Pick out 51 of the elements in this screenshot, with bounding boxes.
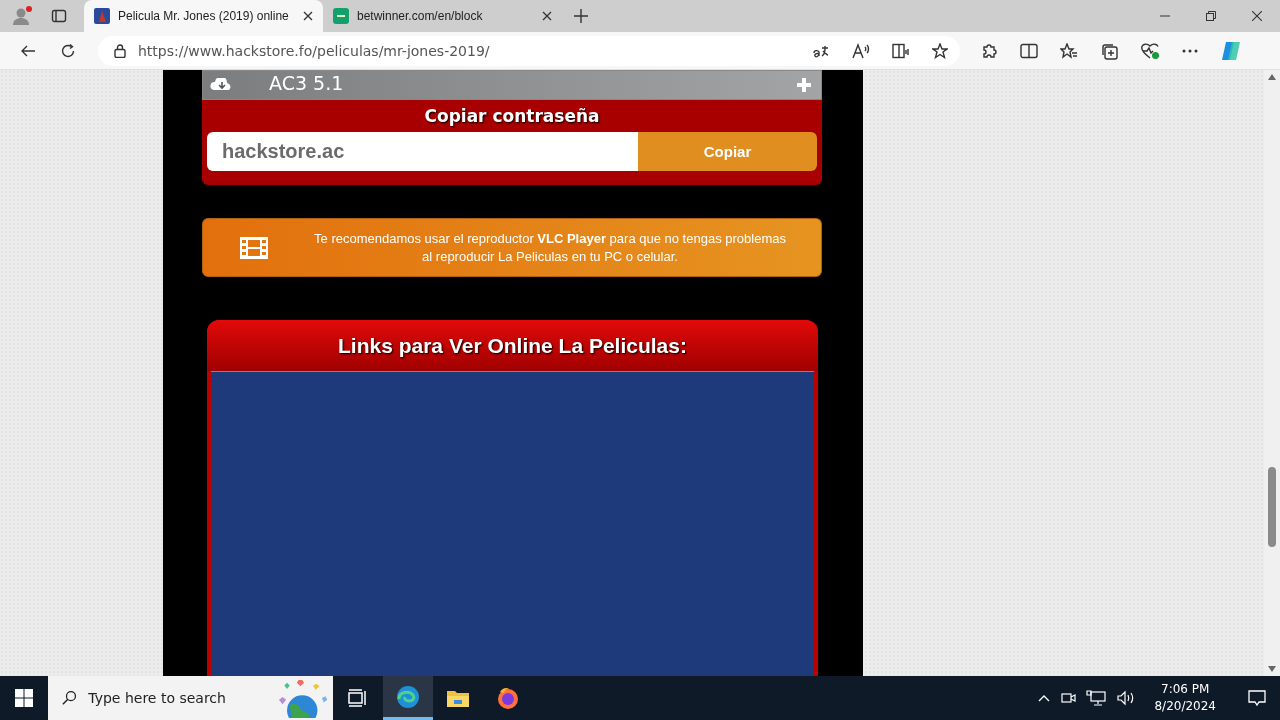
extensions-icon[interactable] — [980, 41, 998, 60]
new-tab-icon[interactable] — [574, 9, 588, 23]
password-title: Copiar contraseña — [423, 106, 601, 126]
close-icon[interactable] — [542, 11, 552, 21]
folder-icon — [446, 688, 470, 708]
browser-tab[interactable]: betwinner.com/en/block — [323, 0, 562, 32]
taskbar-search-bar[interactable]: Type here to search — [48, 676, 333, 720]
download-bar[interactable]: AC3 5.1 — [202, 70, 822, 100]
search-input[interactable]: Type here to search — [86, 689, 261, 707]
clock-date[interactable]: 8/20/2024 — [1154, 698, 1216, 715]
taskbar-app[interactable] — [383, 676, 433, 720]
read-aloud-icon[interactable] — [852, 42, 870, 59]
copilot-icon[interactable] — [1220, 39, 1242, 62]
windows-start-icon[interactable] — [15, 689, 33, 707]
favorite-star-icon[interactable] — [932, 42, 948, 59]
lock-icon[interactable] — [114, 43, 126, 58]
poster-favicon-icon — [94, 8, 110, 24]
notice-text: Te recomendamos usar el reproductor VLC Player para que no tengas problemas al reproducir La Peliculas en tu PC o celular. — [313, 229, 787, 266]
scrollbar-thumb[interactable] — [1268, 467, 1276, 547]
more-icon[interactable] — [1182, 48, 1198, 53]
plus-icon[interactable] — [797, 78, 811, 92]
notifications-icon[interactable] — [1248, 689, 1266, 707]
reader-view-icon[interactable] — [892, 42, 910, 59]
download-label: AC3 5.1 — [269, 72, 345, 94]
camera-icon[interactable] — [1060, 690, 1077, 706]
password-field[interactable]: hackstore.ac — [207, 132, 638, 171]
search-icon — [62, 690, 77, 706]
firefox-icon — [496, 686, 520, 710]
restore-icon[interactable] — [1206, 11, 1216, 21]
tab-actions-icon[interactable] — [51, 8, 67, 24]
edge-browser-icon — [396, 684, 420, 709]
scroll-up-icon[interactable] — [1268, 74, 1276, 80]
address-bar[interactable]: https://www.hackstore.fo/peliculas/mr-jones-2019/ — [98, 35, 960, 66]
collections-icon[interactable] — [1100, 41, 1118, 60]
favorites-icon[interactable] — [1060, 42, 1078, 59]
close-icon[interactable] — [303, 11, 313, 21]
chevron-up-icon[interactable] — [1038, 694, 1051, 702]
network-icon[interactable] — [1086, 690, 1107, 706]
split-screen-icon[interactable] — [1020, 42, 1038, 59]
refresh-icon[interactable] — [60, 42, 76, 59]
browser-tab[interactable]: Pelicula Mr. Jones (2019) online — [84, 0, 323, 32]
site-favicon-icon — [333, 8, 349, 24]
scrollbar[interactable] — [1264, 70, 1280, 676]
task-view-icon — [348, 689, 368, 707]
panel-heading: Links para Ver Online La Peliculas: — [207, 320, 818, 371]
profile-icon[interactable] — [12, 5, 34, 27]
close-icon[interactable] — [1252, 11, 1262, 21]
scroll-down-icon[interactable] — [1268, 666, 1276, 672]
clock-time[interactable]: 7:06 PM — [1154, 681, 1216, 698]
health-heart-icon[interactable] — [1140, 41, 1160, 60]
film-icon — [239, 235, 269, 260]
